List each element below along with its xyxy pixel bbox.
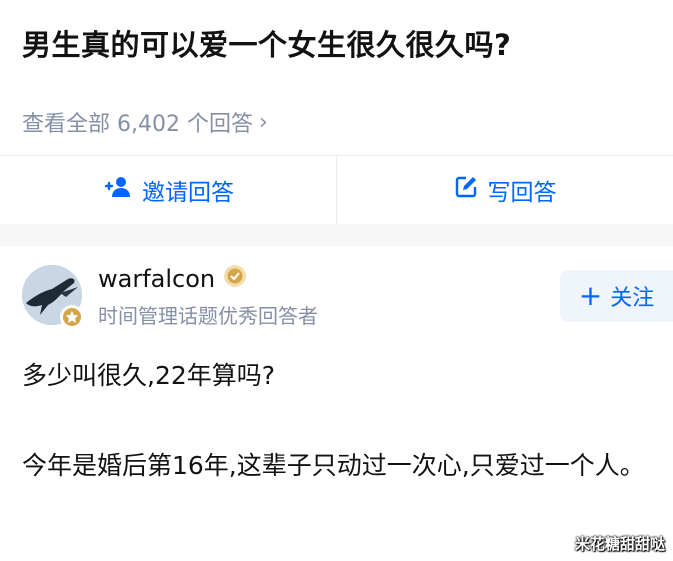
author-description: 时间管理话题优秀回答者 (98, 304, 318, 328)
write-answer-button[interactable]: 写回答 (337, 156, 673, 224)
plus-icon: + (578, 279, 603, 312)
verified-badge-icon (60, 305, 84, 329)
author-name: warfalcon (98, 265, 216, 293)
follow-label: 关注 (610, 286, 655, 311)
chevron-right-icon: › (258, 109, 268, 135)
action-bar: 邀请回答 写回答 (0, 156, 673, 224)
invite-answer-button[interactable]: 邀请回答 (0, 156, 336, 224)
question-title[interactable]: 男生真的可以爱一个女生很久很久吗? (22, 22, 511, 64)
section-separator (0, 224, 673, 246)
invite-answer-label: 邀请回答 (142, 180, 234, 206)
author-name-row[interactable]: warfalcon (98, 264, 247, 294)
answer-page: 男生真的可以爱一个女生很久很久吗? 查看全部 6,402 个回答 › 邀请回答 (0, 0, 673, 561)
view-all-answers-link[interactable]: 查看全部 6,402 个回答 › (22, 106, 268, 138)
answer-paragraph: 多少叫很久,22年算吗? (22, 361, 276, 390)
write-answer-label: 写回答 (487, 180, 557, 206)
excellent-answerer-badge-icon (223, 264, 247, 294)
answer-paragraph: 今年是婚后第16年,这辈子只动过一次心,只爱过一个人。 (22, 451, 645, 480)
view-all-label: 查看全部 6,402 个回答 (22, 112, 253, 137)
add-person-icon (102, 175, 132, 205)
follow-button[interactable]: + 关注 (560, 270, 673, 322)
watermark: 米花糖甜甜哒 (574, 535, 665, 553)
edit-icon (454, 175, 478, 205)
